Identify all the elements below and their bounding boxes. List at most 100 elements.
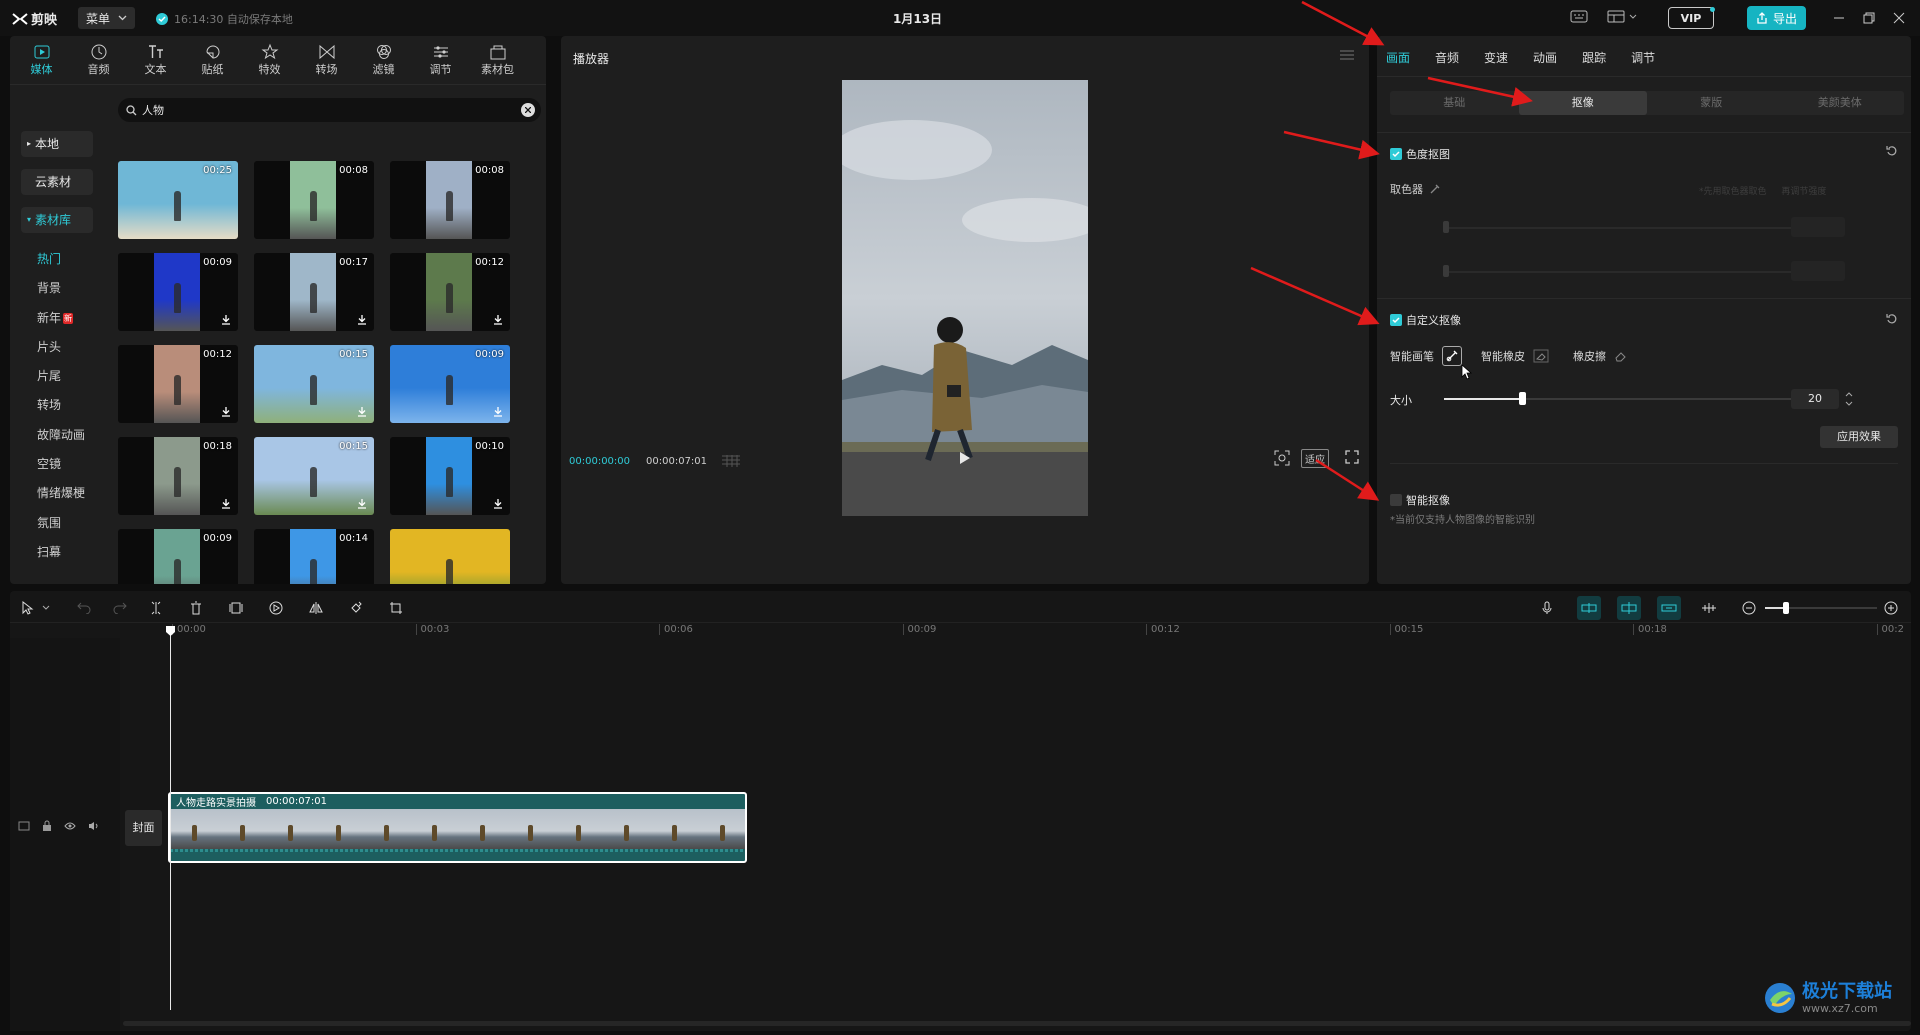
redo-icon[interactable] [108, 596, 132, 620]
tool-tab-1[interactable]: 音频 [70, 43, 127, 77]
sidebar-local-button[interactable]: ▸ 本地 [21, 131, 93, 157]
keying-subtab[interactable]: 抠像 [1518, 91, 1647, 115]
rotate-icon[interactable] [344, 596, 368, 620]
media-thumbnail[interactable]: 00:08 [254, 161, 374, 239]
property-tab[interactable]: 跟踪 [1582, 49, 1606, 66]
vip-button[interactable]: VIP [1668, 7, 1714, 29]
reset-icon[interactable] [1886, 145, 1898, 157]
keying-subtab[interactable]: 基础 [1390, 91, 1519, 115]
brush-size-input[interactable]: 20 [1791, 389, 1839, 409]
horizontal-scrollbar[interactable] [123, 1021, 1911, 1026]
restore-icon[interactable] [1863, 12, 1875, 24]
media-thumbnail[interactable]: 00:25 [118, 161, 238, 239]
fullscreen-icon[interactable] [1345, 450, 1359, 464]
menu-button[interactable]: 菜单 [78, 7, 136, 29]
shortcut-keyboard-icon[interactable] [1570, 10, 1588, 23]
search-input[interactable]: 人物 [142, 102, 164, 118]
tool-tab-3[interactable]: 贴纸 [184, 43, 241, 77]
reverse-play-icon[interactable] [264, 596, 288, 620]
volume-icon[interactable] [88, 821, 100, 831]
property-tab[interactable]: 音频 [1435, 49, 1459, 66]
play-icon[interactable] [959, 451, 971, 465]
minimize-icon[interactable] [1833, 12, 1845, 24]
library-category-item[interactable]: 片尾 [10, 362, 106, 391]
brush-size-handle[interactable] [1518, 392, 1526, 405]
zoom-out-icon[interactable] [1737, 596, 1761, 620]
library-category-item[interactable]: 背景 [10, 274, 106, 303]
media-thumbnail[interactable]: 00:09 [118, 529, 238, 584]
player-menu-icon[interactable] [1340, 50, 1354, 60]
chroma-key-toggle[interactable]: 色度抠图 [1390, 146, 1450, 162]
cover-button[interactable]: 封面 [125, 810, 162, 846]
keying-subtab[interactable]: 蒙版 [1647, 91, 1776, 115]
close-icon[interactable] [1893, 12, 1905, 24]
video-clip[interactable]: 人物走路实景拍摄 00:00:07:01 [168, 792, 747, 863]
tool-tab-8[interactable]: 素材包 [469, 43, 526, 77]
library-category-item[interactable]: 扫幕 [10, 538, 106, 567]
custom-key-toggle[interactable]: 自定义抠像 [1390, 312, 1461, 328]
download-icon[interactable] [493, 406, 503, 420]
download-icon[interactable] [357, 498, 367, 512]
keying-subtab[interactable]: 美颜美体 [1776, 91, 1905, 115]
search-box[interactable]: 人物 [118, 98, 541, 122]
library-category-item[interactable]: 空镜 [10, 450, 106, 479]
smart-brush-icon[interactable] [1442, 346, 1462, 366]
library-category-item[interactable]: 片头 [10, 333, 106, 362]
apply-effect-button[interactable]: 应用效果 [1820, 426, 1898, 448]
tool-tab-5[interactable]: 转场 [298, 43, 355, 77]
media-thumbnail[interactable]: 00:09 [118, 253, 238, 331]
property-tab[interactable]: 画面 [1386, 49, 1410, 66]
zoom-in-icon[interactable] [1879, 596, 1903, 620]
tool-tab-6[interactable]: 滤镜 [355, 43, 412, 77]
tool-tab-7[interactable]: 调节 [412, 43, 469, 77]
aspect-ratio-button[interactable]: 适应 [1301, 449, 1329, 468]
eye-icon[interactable] [64, 821, 76, 831]
snapshot-icon[interactable] [1274, 450, 1290, 466]
tool-tab-0[interactable]: 媒体 [13, 43, 70, 77]
microphone-icon[interactable] [1535, 596, 1559, 620]
media-thumbnail[interactable]: 00:09 [390, 345, 510, 423]
delete-icon[interactable] [184, 596, 208, 620]
split-icon[interactable] [144, 596, 168, 620]
download-icon[interactable] [221, 314, 231, 328]
freeze-frame-icon[interactable] [224, 596, 248, 620]
sidebar-cloud-button[interactable]: 云素材 [21, 169, 93, 195]
media-thumbnail[interactable]: 00:12 [118, 345, 238, 423]
property-tab[interactable]: 变速 [1484, 49, 1508, 66]
eyedropper-icon[interactable] [1429, 183, 1441, 195]
linkage-icon[interactable] [1657, 596, 1681, 620]
download-icon[interactable] [493, 498, 503, 512]
brush-size-stepper[interactable] [1844, 388, 1854, 410]
smart-eraser-icon[interactable] [1533, 349, 1549, 363]
frame-grid-icon[interactable] [721, 454, 741, 468]
playhead-handle[interactable] [165, 625, 176, 637]
media-thumbnail[interactable]: 00:15 [254, 437, 374, 515]
playhead[interactable] [170, 626, 171, 1010]
media-thumbnail[interactable]: 00:15 [254, 345, 374, 423]
zoom-slider[interactable] [1765, 596, 1877, 620]
download-icon[interactable] [357, 314, 367, 328]
tool-tab-4[interactable]: 特效 [241, 43, 298, 77]
tool-tab-2[interactable]: 文本 [127, 43, 184, 77]
media-thumbnail[interactable]: 00:12 [390, 253, 510, 331]
media-thumbnail[interactable]: 00:10 [390, 437, 510, 515]
lock-icon[interactable] [42, 820, 52, 832]
auto-snap-icon[interactable] [1617, 596, 1641, 620]
export-button[interactable]: 导出 [1747, 6, 1807, 30]
reset-icon[interactable] [1886, 313, 1898, 325]
media-thumbnail[interactable]: 00:18 [118, 437, 238, 515]
property-tab[interactable]: 动画 [1533, 49, 1557, 66]
undo-icon[interactable] [72, 596, 96, 620]
time-ruler[interactable]: 00:00 00:03 00:06 00:09 00:12 00:15 00:18 00:2 [10, 622, 1911, 638]
library-category-item[interactable]: 氛围 [10, 509, 106, 538]
media-thumbnail[interactable] [390, 529, 510, 584]
media-thumbnail[interactable]: 00:14 [254, 529, 374, 584]
checkbox-checked-icon[interactable] [1390, 314, 1402, 326]
library-category-item[interactable]: 情绪爆梗 [10, 479, 106, 508]
main-track-magnet-icon[interactable] [1577, 596, 1601, 620]
chevron-down-icon[interactable] [40, 596, 52, 620]
eraser-icon[interactable] [1614, 350, 1628, 362]
zoom-slider-handle[interactable] [1783, 602, 1789, 614]
download-icon[interactable] [221, 406, 231, 420]
sidebar-library-button[interactable]: ▾ 素材库 [21, 207, 93, 233]
